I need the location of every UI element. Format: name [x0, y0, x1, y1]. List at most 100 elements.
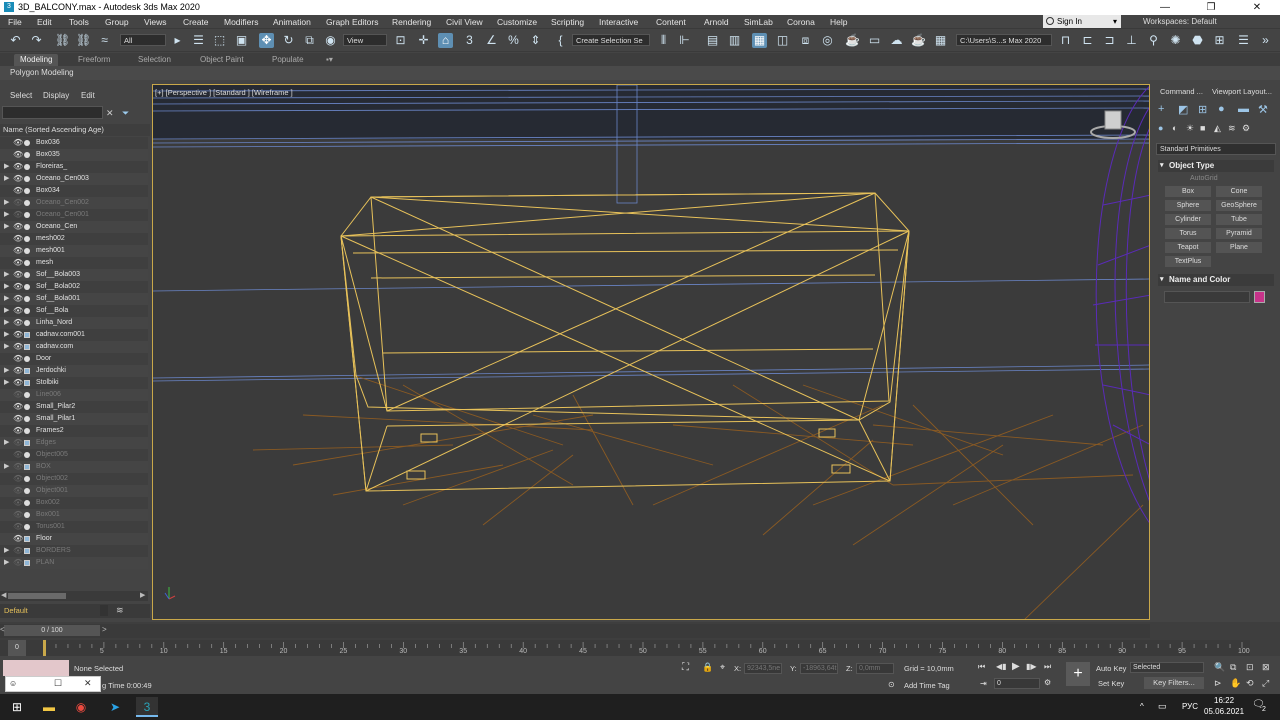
- menu-civil-view[interactable]: Civil View: [446, 17, 483, 27]
- visibility-eye-icon[interactable]: 👁: [13, 209, 23, 221]
- spacewarps-icon[interactable]: ≋: [1228, 123, 1236, 134]
- expand-arrow-icon[interactable]: ▶: [4, 329, 10, 341]
- redo-icon[interactable]: ↷: [29, 33, 44, 48]
- explorer-row[interactable]: 👁 mesh: [0, 257, 148, 269]
- visibility-eye-icon[interactable]: 👁: [13, 365, 23, 377]
- visibility-eye-icon[interactable]: 👁: [13, 281, 23, 293]
- ribbon-toggle-icon[interactable]: ▦: [752, 33, 767, 48]
- visibility-eye-icon[interactable]: 👁: [13, 149, 23, 161]
- zoom-all-icon[interactable]: ⧉: [1230, 662, 1236, 673]
- menu-create[interactable]: Create: [183, 17, 209, 27]
- visibility-eye-icon[interactable]: 👁: [13, 341, 23, 353]
- angle-snap-icon[interactable]: ∠: [484, 33, 499, 48]
- arnold-light-icon[interactable]: ⚲: [1146, 33, 1161, 48]
- expand-arrow-icon[interactable]: ▶: [4, 317, 10, 329]
- explorer-row[interactable]: ▶ 👁 Linha_Nord: [0, 317, 148, 329]
- explorer-row[interactable]: 👁 Box035: [0, 149, 148, 161]
- time-slider[interactable]: 0 / 100 < >: [0, 624, 1150, 638]
- time-config-icon[interactable]: ⚙: [1044, 678, 1051, 687]
- ribbon-options-icon[interactable]: ▪▾: [320, 54, 339, 66]
- expand-arrow-icon[interactable]: ▶: [4, 341, 10, 353]
- expand-arrow-icon[interactable]: ▶: [4, 437, 10, 449]
- prev-frame-icon[interactable]: ◀▮: [996, 662, 1007, 671]
- tab-command-panel[interactable]: Command ...: [1160, 87, 1203, 96]
- expand-arrow-icon[interactable]: ▶: [4, 161, 10, 173]
- explorer-row[interactable]: 👁 Object001: [0, 485, 148, 497]
- expand-arrow-icon[interactable]: ▶: [4, 221, 10, 233]
- render-setup-icon[interactable]: ☕: [845, 33, 860, 48]
- visibility-eye-icon[interactable]: 👁: [13, 293, 23, 305]
- play-icon[interactable]: ▶: [1012, 661, 1020, 672]
- perspective-viewport[interactable]: [+] [Perspective ] [Standard ] [Wirefram…: [152, 84, 1150, 620]
- motion-tab-icon[interactable]: ●: [1218, 103, 1225, 115]
- explorer-row[interactable]: ▶ 👁 Jerdochki: [0, 365, 148, 377]
- utilities-tab-icon[interactable]: ⚒: [1258, 103, 1268, 116]
- close-button[interactable]: ✕: [1234, 0, 1280, 15]
- explorer-row[interactable]: 👁 Object002: [0, 473, 148, 485]
- chrome-icon[interactable]: ◉: [70, 697, 92, 717]
- clock-date[interactable]: 05.06.2021: [1204, 707, 1244, 716]
- ref-coord-dropdown[interactable]: View: [343, 34, 387, 46]
- explorer-row[interactable]: ▶ 👁 BORDERS: [0, 545, 148, 557]
- x-coord-field[interactable]: 92343,5ne: [744, 663, 782, 674]
- file-explorer-icon[interactable]: ▬: [38, 697, 60, 717]
- percent-snap-icon[interactable]: %: [506, 33, 521, 48]
- visibility-eye-icon[interactable]: 👁: [13, 389, 23, 401]
- explorer-row[interactable]: ▶ 👁 Sof__Bola003: [0, 269, 148, 281]
- named-selection-dropdown[interactable]: Create Selection Se: [572, 34, 650, 46]
- visibility-eye-icon[interactable]: 👁: [13, 185, 23, 197]
- zoom-extents-all-icon[interactable]: ⊠: [1262, 662, 1270, 673]
- cone-button[interactable]: Cone: [1216, 186, 1262, 197]
- explorer-menu-display[interactable]: Display: [43, 91, 69, 100]
- explorer-row[interactable]: ▶ 👁 Sof__Bola002: [0, 281, 148, 293]
- explorer-search-input[interactable]: [2, 106, 103, 119]
- torus-button[interactable]: Torus: [1165, 228, 1211, 239]
- project-down-icon[interactable]: ⊥: [1124, 33, 1139, 48]
- time-tag-icon[interactable]: ⊙: [888, 680, 895, 689]
- clear-search-icon[interactable]: ✕: [106, 108, 114, 119]
- visibility-eye-icon[interactable]: 👁: [13, 269, 23, 281]
- visibility-eye-icon[interactable]: 👁: [13, 173, 23, 185]
- explorer-row[interactable]: 👁 Frames2: [0, 425, 148, 437]
- expand-arrow-icon[interactable]: ▶: [4, 461, 10, 473]
- menu-tools[interactable]: Tools: [69, 17, 89, 27]
- curve-editor-icon[interactable]: ◫: [775, 33, 790, 48]
- sign-in-dropdown[interactable]: Sign In ▾: [1043, 15, 1121, 28]
- menu-views[interactable]: Views: [144, 17, 167, 27]
- explorer-row[interactable]: ▶ 👁 cadnav.com: [0, 341, 148, 353]
- placement-icon[interactable]: ◉: [323, 33, 338, 48]
- next-frame-icon[interactable]: ▮▶: [1026, 662, 1037, 671]
- explorer-row[interactable]: ▶ 👁 cadnav.com001: [0, 329, 148, 341]
- current-frame-field[interactable]: 0: [994, 678, 1040, 689]
- y-coord-field[interactable]: -18963,64t: [800, 663, 838, 674]
- hierarchy-tab-icon[interactable]: ⊞: [1198, 103, 1207, 116]
- scene-explorer-icon[interactable]: ▤: [705, 33, 720, 48]
- frame-zero-label[interactable]: 0: [8, 640, 26, 656]
- align-icon[interactable]: ⊩: [677, 33, 692, 48]
- 3dsmax-taskbar-icon[interactable]: 3: [136, 697, 158, 717]
- expand-arrow-icon[interactable]: ▶: [4, 377, 10, 389]
- key-mode-icon[interactable]: ⇥: [980, 679, 987, 688]
- add-time-tag[interactable]: Add Time Tag: [904, 681, 950, 690]
- visibility-eye-icon[interactable]: 👁: [13, 137, 23, 149]
- viewport-label[interactable]: [+] [Perspective ] [Standard ] [Wirefram…: [155, 88, 293, 97]
- clock-time[interactable]: 16:22: [1214, 696, 1234, 705]
- frame-counter[interactable]: 0 / 100: [4, 625, 100, 636]
- key-filters-button[interactable]: Key Filters...: [1144, 677, 1204, 689]
- rotate-icon[interactable]: ↻: [281, 33, 296, 48]
- orbit-icon[interactable]: ⟲: [1246, 678, 1254, 689]
- visibility-eye-icon[interactable]: 👁: [13, 461, 23, 473]
- menu-interactive[interactable]: Interactive: [599, 17, 638, 27]
- visibility-eye-icon[interactable]: 👁: [13, 521, 23, 533]
- maxscript-listener[interactable]: [3, 660, 69, 676]
- scrollbar-thumb[interactable]: [8, 593, 66, 599]
- expand-arrow-icon[interactable]: ▶: [4, 293, 10, 305]
- create-tab-icon[interactable]: +: [1158, 103, 1164, 115]
- link-icon[interactable]: ⛓: [55, 33, 70, 48]
- explorer-menu-edit[interactable]: Edit: [81, 91, 95, 100]
- z-coord-field[interactable]: 0,0mm: [856, 663, 894, 674]
- manipulate-icon[interactable]: ✛: [416, 33, 431, 48]
- visibility-eye-icon[interactable]: 👁: [13, 317, 23, 329]
- select-by-name-icon[interactable]: ☰: [191, 33, 206, 48]
- tab-populate[interactable]: Populate: [266, 54, 310, 66]
